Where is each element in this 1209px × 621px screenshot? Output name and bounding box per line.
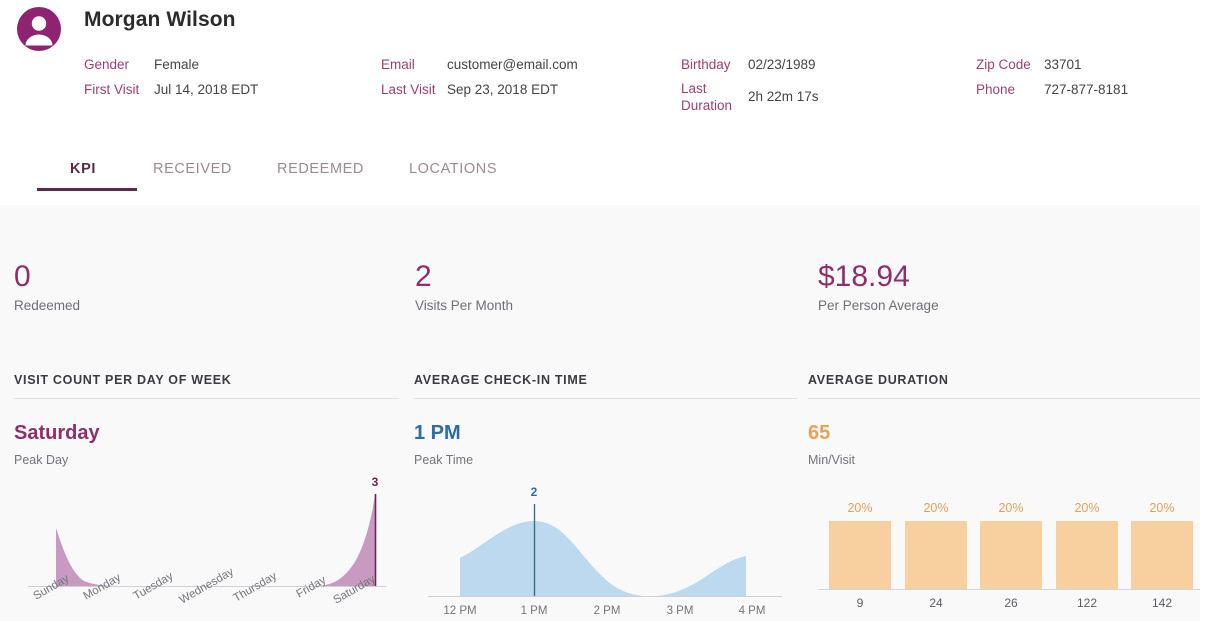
kpi-per-person-average-label: Per Person Average — [818, 298, 939, 313]
x-tick-bar-1: 9 — [857, 596, 864, 610]
birthday-value: 02/23/1989 — [748, 56, 816, 72]
x-tick-friday: Friday — [295, 574, 329, 600]
panel-divider — [414, 398, 797, 399]
email-value: customer@email.com — [447, 56, 578, 72]
fact-last-visit: Last Visit Sep 23, 2018 EDT — [381, 77, 578, 102]
facts-column-1: Gender Female First Visit Jul 14, 2018 E… — [84, 52, 258, 102]
profile-tabs: KPI RECEIVED REDEEMED LOCATIONS — [0, 150, 1209, 195]
customer-name: Morgan Wilson — [84, 8, 236, 31]
panel-average-check-in-time: AVERAGE CHECK-IN TIME 1 PM Peak Time 2 1… — [414, 373, 797, 621]
x-tick-4pm: 4 PM — [739, 605, 766, 617]
peak-day-caption: Peak Day — [14, 453, 69, 467]
fact-first-visit: First Visit Jul 14, 2018 EDT — [84, 77, 258, 102]
last-duration-label-line1: Last — [681, 81, 707, 96]
fact-email: Email customer@email.com — [381, 52, 578, 77]
kpi-visits-per-month-label: Visits Per Month — [415, 298, 514, 313]
bar-label-4: 20% — [1074, 501, 1099, 515]
kpi-visits-per-month: 2 Visits Per Month — [415, 260, 513, 313]
chart-check-in-time: 2 12 PM 1 PM 2 PM 3 PM 4 PM — [414, 476, 797, 621]
fact-zip: Zip Code 33701 — [976, 52, 1128, 77]
kpi-redeemed-label: Redeemed — [14, 298, 81, 313]
last-duration-label-line2: Duration — [681, 98, 733, 113]
panel-average-duration: AVERAGE DURATION 65 Min/Visit 20% 20% 20… — [808, 373, 1200, 621]
kpi-redeemed: 0 Redeemed — [14, 260, 80, 313]
fact-birthday: Birthday 02/23/1989 — [681, 52, 819, 77]
panel-visit-count-per-day-of-week: VISIT COUNT PER DAY OF WEEK Saturday Pea… — [14, 373, 399, 621]
peak-time-caption: Peak Time — [414, 453, 474, 467]
bar-3 — [980, 521, 1042, 589]
tab-redeemed[interactable]: REDEEMED — [277, 150, 364, 188]
fact-phone: Phone 727-877-8181 — [976, 77, 1128, 102]
bar-4 — [1056, 521, 1118, 589]
peak-day-value: Saturday — [14, 422, 100, 444]
kpi-per-person-average-value: $18.94 — [818, 260, 910, 293]
x-tick-3pm: 3 PM — [667, 605, 694, 617]
panel-title-check-in-time: AVERAGE CHECK-IN TIME — [414, 373, 588, 387]
peak-value-label: 3 — [372, 475, 379, 489]
user-avatar-icon — [14, 4, 64, 54]
chart-day-of-week: 3 Sunday Monday Tuesday Wednesday Thursd… — [14, 475, 399, 621]
last-visit-value: Sep 23, 2018 EDT — [447, 81, 559, 97]
last-visit-label: Last Visit — [381, 81, 436, 97]
peak-value-label: 2 — [531, 485, 538, 499]
bar-label-1: 20% — [847, 501, 872, 515]
gender-value: Female — [154, 56, 200, 72]
fact-last-duration: Last Duration 2h 22m 17s — [681, 77, 819, 117]
gender-label: Gender — [84, 56, 130, 72]
bar-1 — [829, 521, 891, 589]
x-tick-bar-3: 26 — [1004, 596, 1018, 610]
x-tick-bar-5: 142 — [1152, 596, 1172, 610]
first-visit-value: Jul 14, 2018 EDT — [154, 81, 259, 97]
tab-locations[interactable]: LOCATIONS — [409, 150, 497, 188]
last-duration-value: 2h 22m 17s — [748, 89, 819, 104]
email-label: Email — [381, 56, 415, 72]
facts-column-3: Birthday 02/23/1989 Last Duration 2h 22m… — [681, 52, 819, 117]
facts-column-2: Email customer@email.com Last Visit Sep … — [381, 52, 578, 102]
bar-2 — [905, 521, 967, 589]
first-visit-label: First Visit — [84, 81, 140, 97]
customer-profile-page: Morgan Wilson Gender Female First Visit … — [0, 0, 1209, 621]
bar-label-5: 20% — [1149, 501, 1174, 515]
area-series-visit-count — [28, 494, 375, 586]
kpi-per-person-average: $18.94 Per Person Average — [818, 260, 939, 313]
x-tick-bar-2: 24 — [929, 596, 943, 610]
kpi-content-area: 0 Redeemed 2 Visits Per Month $18.94 Per… — [0, 205, 1200, 621]
x-tick-2pm: 2 PM — [594, 605, 621, 617]
panel-divider — [808, 398, 1200, 399]
bar-label-3: 20% — [998, 501, 1023, 515]
zip-code-label: Zip Code — [976, 56, 1031, 72]
x-tick-monday: Monday — [82, 572, 124, 603]
average-duration-caption: Min/Visit — [808, 453, 856, 467]
bar-label-2: 20% — [923, 501, 948, 515]
facts-column-4: Zip Code 33701 Phone 727-877-8181 — [976, 52, 1128, 102]
average-duration-value: 65 — [808, 422, 831, 444]
bar-5 — [1131, 521, 1193, 589]
last-duration-label: Last Duration — [681, 80, 748, 114]
kpi-summary-row: 0 Redeemed 2 Visits Per Month $18.94 Per… — [0, 205, 1200, 335]
x-tick-sunday: Sunday — [32, 573, 72, 603]
fact-gender: Gender Female — [84, 52, 258, 77]
zip-code-value: 33701 — [1044, 56, 1082, 72]
tab-kpi[interactable]: KPI — [70, 150, 96, 188]
panel-divider — [14, 398, 399, 399]
birthday-label: Birthday — [681, 56, 731, 72]
phone-label: Phone — [976, 81, 1016, 97]
profile-header: Morgan Wilson Gender Female First Visit … — [0, 0, 1209, 205]
tab-received[interactable]: RECEIVED — [153, 150, 232, 188]
customer-facts: Gender Female First Visit Jul 14, 2018 E… — [84, 52, 1204, 132]
kpi-redeemed-value: 0 — [14, 260, 31, 293]
x-tick-bar-4: 122 — [1077, 596, 1097, 610]
x-tick-1pm: 1 PM — [521, 605, 548, 617]
panel-title-average-duration: AVERAGE DURATION — [808, 373, 949, 387]
kpi-visits-per-month-value: 2 — [415, 260, 432, 293]
peak-time-value: 1 PM — [414, 422, 461, 444]
phone-value: 727-877-8181 — [1044, 81, 1129, 97]
panel-title-day-of-week: VISIT COUNT PER DAY OF WEEK — [14, 373, 232, 387]
x-tick-12pm: 12 PM — [443, 605, 476, 617]
active-tab-indicator — [37, 188, 137, 191]
chart-average-duration: 20% 20% 20% 20% 20% 9 24 26 122 142 — [808, 476, 1200, 621]
x-tick-thursday: Thursday — [232, 570, 280, 604]
area-series-checkin — [460, 521, 746, 597]
